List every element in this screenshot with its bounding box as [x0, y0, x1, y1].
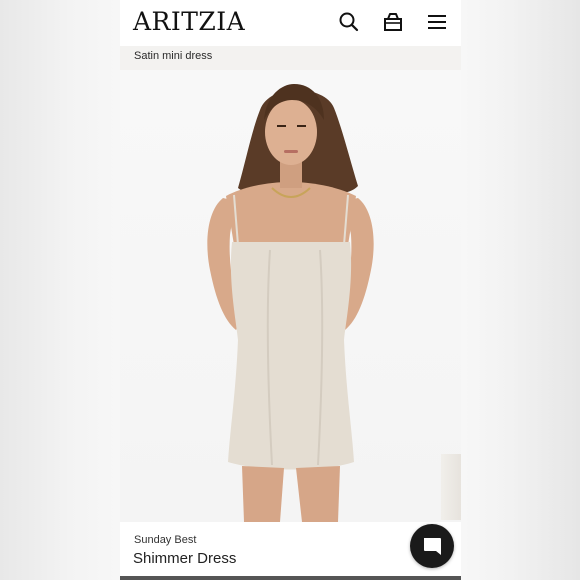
model-photo: [207, 84, 374, 522]
aritzia-logo[interactable]: ARITZIA: [133, 8, 245, 36]
next-image-peek[interactable]: [441, 454, 461, 520]
product-subtitle: Satin mini dress: [134, 50, 213, 62]
product-subtitle-bar: Satin mini dress: [120, 46, 461, 70]
product-name: Shimmer Dress: [133, 550, 237, 567]
bottom-edge: [120, 576, 461, 580]
product-image[interactable]: [120, 70, 461, 522]
product-brand[interactable]: Sunday Best: [134, 534, 196, 546]
bag-icon[interactable]: [382, 11, 404, 33]
site-header: ARITZIA: [120, 0, 461, 46]
search-icon[interactable]: [338, 11, 360, 33]
chat-button[interactable]: [410, 524, 454, 568]
chat-icon: [424, 538, 441, 555]
menu-icon[interactable]: [426, 11, 448, 33]
app-screen: ARITZIA Satin mini dress Sunday Best Shi…: [120, 0, 461, 580]
